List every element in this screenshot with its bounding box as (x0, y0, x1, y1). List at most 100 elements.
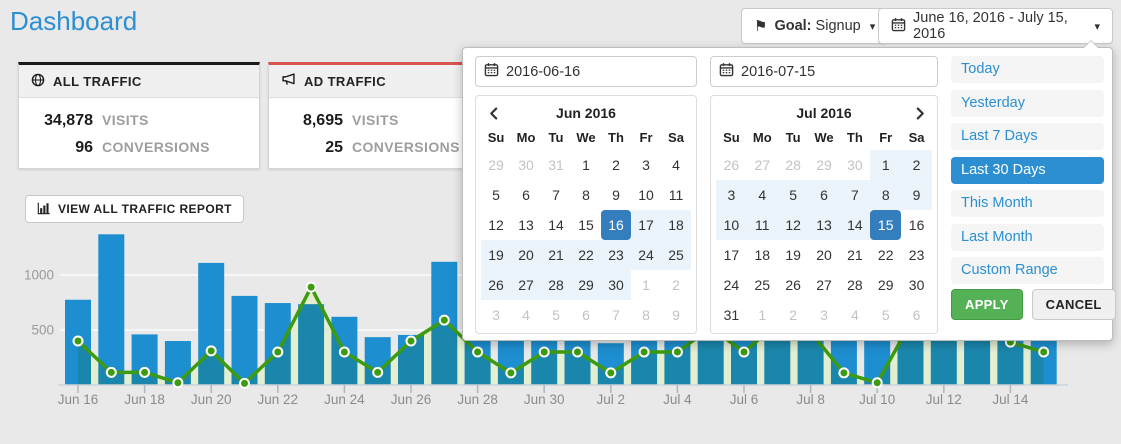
cancel-button[interactable]: CANCEL (1032, 289, 1116, 320)
day-cell[interactable]: 26 (716, 150, 747, 180)
day-cell[interactable]: 17 (631, 210, 661, 240)
start-date-field[interactable] (475, 56, 697, 87)
day-cell[interactable]: 1 (631, 270, 661, 300)
day-cell[interactable]: 12 (481, 210, 511, 240)
day-cell[interactable]: 4 (661, 150, 691, 180)
day-cell[interactable]: 5 (481, 180, 511, 210)
day-cell[interactable]: 3 (631, 150, 661, 180)
day-cell[interactable]: 13 (511, 210, 541, 240)
day-cell[interactable]: 18 (661, 210, 691, 240)
day-cell[interactable]: 7 (541, 180, 571, 210)
day-cell[interactable]: 26 (778, 270, 809, 300)
day-cell[interactable]: 28 (839, 270, 870, 300)
view-all-traffic-report-button[interactable]: VIEW ALL TRAFFIC REPORT (25, 195, 244, 223)
end-date-input[interactable] (741, 64, 929, 80)
day-cell[interactable]: 5 (778, 180, 809, 210)
apply-button[interactable]: APPLY (951, 289, 1023, 320)
day-cell[interactable]: 27 (747, 150, 778, 180)
day-cell[interactable]: 29 (571, 270, 601, 300)
day-cell[interactable]: 4 (511, 300, 541, 330)
date-range-dropdown-button[interactable]: June 16, 2016 - July 15, 2016 ▾ (878, 8, 1113, 44)
day-cell[interactable]: 1 (747, 300, 778, 330)
day-cell[interactable]: 13 (809, 210, 840, 240)
day-cell[interactable]: 4 (839, 300, 870, 330)
day-cell[interactable]: 30 (901, 270, 932, 300)
day-cell[interactable]: 2 (601, 150, 631, 180)
day-cell[interactable]: 24 (716, 270, 747, 300)
preset-last-7-days[interactable]: Last 7 Days (951, 123, 1104, 150)
day-cell[interactable]: 26 (481, 270, 511, 300)
day-cell[interactable]: 6 (571, 300, 601, 330)
day-cell[interactable]: 11 (661, 180, 691, 210)
day-cell[interactable]: 31 (541, 150, 571, 180)
day-cell[interactable]: 27 (511, 270, 541, 300)
day-cell[interactable]: 2 (661, 270, 691, 300)
day-cell[interactable]: 11 (747, 210, 778, 240)
day-cell[interactable]: 2 (901, 150, 932, 180)
day-cell[interactable]: 1 (870, 150, 901, 180)
day-cell[interactable]: 23 (601, 240, 631, 270)
day-cell[interactable]: 3 (809, 300, 840, 330)
day-cell[interactable]: 10 (716, 210, 747, 240)
day-cell[interactable]: 20 (511, 240, 541, 270)
day-cell[interactable]: 8 (631, 300, 661, 330)
day-cell[interactable]: 2 (778, 300, 809, 330)
day-cell[interactable]: 28 (778, 150, 809, 180)
day-cell[interactable]: 8 (571, 180, 601, 210)
day-cell[interactable]: 7 (601, 300, 631, 330)
day-cell[interactable]: 14 (839, 210, 870, 240)
day-cell[interactable]: 22 (870, 240, 901, 270)
day-cell[interactable]: 5 (541, 300, 571, 330)
preset-today[interactable]: Today (951, 56, 1104, 83)
preset-yesterday[interactable]: Yesterday (951, 90, 1104, 117)
day-cell[interactable]: 1 (571, 150, 601, 180)
preset-last-30-days[interactable]: Last 30 Days (951, 157, 1104, 184)
day-cell[interactable]: 21 (839, 240, 870, 270)
preset-this-month[interactable]: This Month (951, 190, 1104, 217)
day-cell[interactable]: 6 (901, 300, 932, 330)
day-cell[interactable]: 31 (716, 300, 747, 330)
day-cell[interactable]: 30 (511, 150, 541, 180)
preset-last-month[interactable]: Last Month (951, 224, 1104, 251)
day-cell[interactable]: 22 (571, 240, 601, 270)
day-cell[interactable]: 15 (571, 210, 601, 240)
day-cell[interactable]: 28 (541, 270, 571, 300)
day-cell[interactable]: 30 (601, 270, 631, 300)
day-cell[interactable]: 9 (601, 180, 631, 210)
day-cell[interactable]: 23 (901, 240, 932, 270)
day-cell[interactable]: 24 (631, 240, 661, 270)
day-cell[interactable]: 3 (481, 300, 511, 330)
day-cell[interactable]: 14 (541, 210, 571, 240)
day-cell[interactable]: 3 (716, 180, 747, 210)
day-cell[interactable]: 6 (809, 180, 840, 210)
day-cell[interactable]: 20 (809, 240, 840, 270)
day-cell[interactable]: 29 (481, 150, 511, 180)
chevron-right-icon[interactable] (910, 101, 930, 126)
day-cell[interactable]: 19 (481, 240, 511, 270)
end-date-field[interactable] (710, 56, 938, 87)
day-cell[interactable]: 7 (839, 180, 870, 210)
day-cell[interactable]: 25 (747, 270, 778, 300)
day-cell[interactable]: 27 (809, 270, 840, 300)
day-cell[interactable]: 30 (839, 150, 870, 180)
day-cell[interactable]: 29 (809, 150, 840, 180)
day-cell[interactable]: 6 (511, 180, 541, 210)
day-cell[interactable]: 4 (747, 180, 778, 210)
chevron-left-icon[interactable] (483, 101, 503, 126)
day-cell[interactable]: 5 (870, 300, 901, 330)
goal-dropdown-button[interactable]: ⚑ Goal: Signup ▾ (741, 8, 888, 44)
day-cell[interactable]: 8 (870, 180, 901, 210)
day-cell[interactable]: 9 (901, 180, 932, 210)
start-date-input[interactable] (506, 64, 688, 80)
day-cell[interactable]: 9 (661, 300, 691, 330)
day-cell[interactable]: 17 (716, 240, 747, 270)
day-cell[interactable]: 18 (747, 240, 778, 270)
day-cell[interactable]: 25 (661, 240, 691, 270)
day-cell[interactable]: 19 (778, 240, 809, 270)
day-cell[interactable]: 29 (870, 270, 901, 300)
day-cell[interactable]: 12 (778, 210, 809, 240)
day-cell[interactable]: 15 (870, 210, 901, 240)
preset-custom-range[interactable]: Custom Range (951, 257, 1104, 284)
day-cell[interactable]: 21 (541, 240, 571, 270)
day-cell[interactable]: 16 (901, 210, 932, 240)
